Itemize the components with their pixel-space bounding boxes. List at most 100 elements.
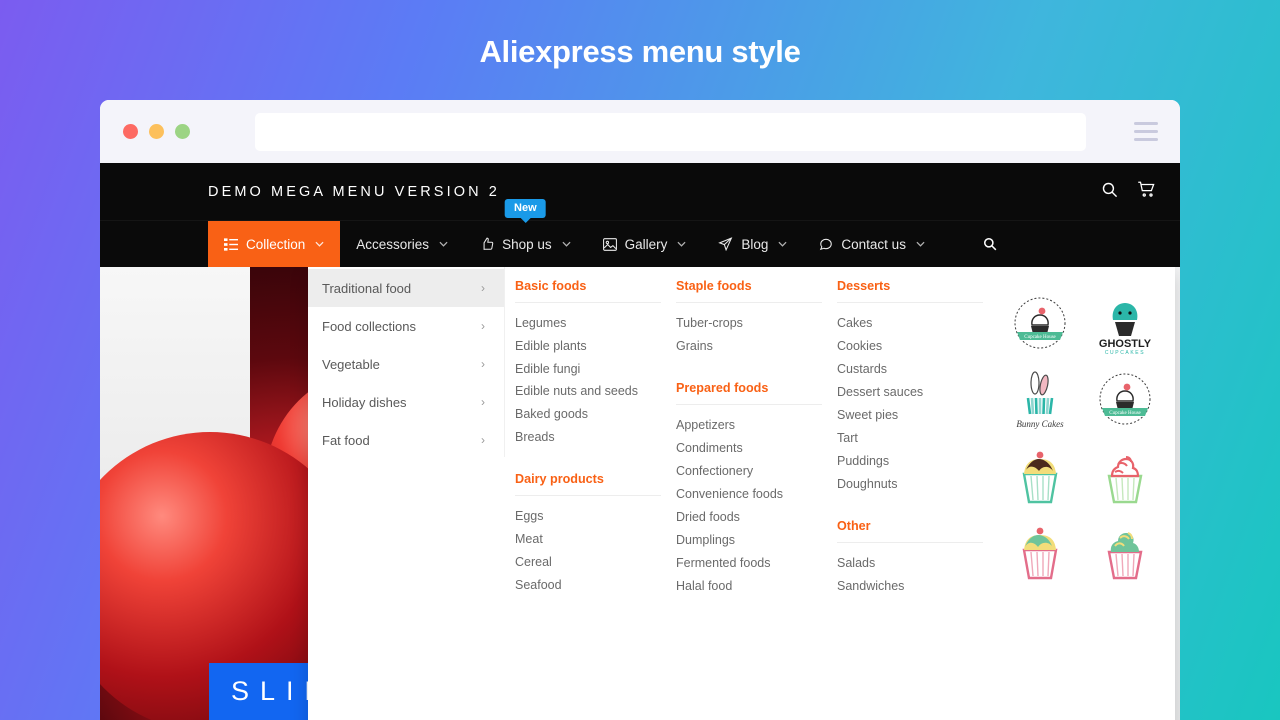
mega-column-basic-foods: Basic foods Legumes Edible plants Edible… [515, 279, 675, 720]
pink-cupcake-icon[interactable] [997, 515, 1082, 591]
mega-column-staple-foods: Staple foods Tuber-crops Grains Prepared… [676, 279, 836, 720]
cupcake-house-logo-2[interactable]: Cupcake House [1082, 363, 1167, 439]
menu-link[interactable]: Cereal [515, 551, 661, 574]
column-heading: Dairy products [515, 472, 661, 496]
site-brand[interactable]: DEMO MEGA MENU VERSION 2 [208, 184, 500, 200]
new-badge: New [505, 199, 546, 218]
cupcake-promo-grid: Cupcake House GHOSTLY CUPCAKES Bunny Cak… [997, 279, 1175, 720]
ghostly-cupcakes-logo[interactable]: GHOSTLY CUPCAKES [1082, 287, 1167, 363]
category-label: Vegetable [322, 356, 380, 372]
mega-menu-panel: Traditional food › Food collections › Ve… [308, 267, 1175, 720]
menu-link[interactable]: Dried foods [676, 506, 822, 529]
menu-link[interactable]: Meat [515, 528, 661, 551]
menu-link[interactable]: Baked goods [515, 403, 661, 426]
svg-text:CUPCAKES: CUPCAKES [1104, 350, 1144, 356]
menu-link[interactable]: Tuber-crops [676, 312, 822, 335]
category-item-fat-food[interactable]: Fat food › [308, 421, 504, 459]
mega-menu-category-list: Traditional food › Food collections › Ve… [308, 267, 505, 457]
green-swirl-cupcake-icon[interactable] [1082, 515, 1167, 591]
menu-link[interactable]: Seafood [515, 574, 661, 597]
menu-link[interactable]: Doughnuts [837, 473, 983, 496]
browser-chrome [100, 100, 1180, 163]
menu-link[interactable]: Sweet pies [837, 404, 983, 427]
menu-link[interactable]: Breads [515, 426, 661, 449]
nav-item-accessories[interactable]: Accessories [340, 221, 464, 267]
column-heading: Desserts [837, 279, 983, 303]
menu-link[interactable]: Grains [676, 335, 822, 358]
nav-label: Contact us [841, 236, 906, 252]
nav-label: Accessories [356, 236, 430, 252]
teal-cupcake-icon[interactable] [997, 439, 1082, 515]
svg-text:GHOSTLY: GHOSTLY [1098, 338, 1151, 350]
category-item-food-collections[interactable]: Food collections › [308, 307, 504, 345]
category-item-holiday-dishes[interactable]: Holiday dishes › [308, 383, 504, 421]
chevron-down-icon [677, 239, 686, 250]
nav-item-gallery[interactable]: Gallery [587, 221, 703, 267]
menu-link[interactable]: Custards [837, 358, 983, 381]
list-icon [224, 237, 238, 251]
minimize-dot[interactable] [149, 124, 164, 139]
menu-link[interactable]: Appetizers [676, 414, 822, 437]
menu-link[interactable]: Confectionery [676, 460, 822, 483]
nav-item-contact-us[interactable]: Contact us [803, 221, 941, 267]
url-input[interactable] [255, 112, 1086, 151]
chevron-right-icon: › [481, 395, 485, 409]
send-icon [718, 237, 733, 251]
nav-item-collection[interactable]: Collection [208, 221, 341, 267]
menu-link[interactable]: Dessert sauces [837, 381, 983, 404]
mega-menu-columns: Basic foods Legumes Edible plants Edible… [505, 267, 1175, 720]
close-dot[interactable] [123, 124, 138, 139]
cupcake-house-logo[interactable]: Cupcake House [997, 287, 1082, 363]
nav-search-icon[interactable] [967, 221, 1013, 267]
svg-text:Bunny Cakes: Bunny Cakes [1016, 419, 1064, 429]
svg-text:Cupcake House: Cupcake House [1109, 411, 1141, 416]
menu-link[interactable]: Condiments [676, 437, 822, 460]
thumbsup-icon [480, 237, 494, 251]
menu-link[interactable]: Fermented foods [676, 552, 822, 575]
chevron-right-icon: › [481, 357, 485, 371]
image-icon [602, 237, 617, 251]
page-body: SLIDE Traditional food › Food collection… [100, 267, 1180, 720]
nav-label: Collection [246, 236, 306, 252]
chevron-down-icon [439, 239, 448, 250]
bunny-cakes-logo[interactable]: Bunny Cakes [997, 363, 1082, 439]
window-controls [123, 124, 190, 139]
menu-link[interactable]: Halal food [676, 575, 822, 598]
menu-link[interactable]: Dumplings [676, 529, 822, 552]
menu-link[interactable]: Salads [837, 552, 983, 575]
menu-link[interactable]: Cakes [837, 312, 983, 335]
menu-link[interactable]: Tart [837, 427, 983, 450]
menu-link[interactable]: Edible fungi [515, 358, 661, 381]
category-label: Traditional food [322, 280, 412, 296]
chevron-down-icon [315, 239, 324, 250]
menu-link[interactable]: Sandwiches [837, 575, 983, 598]
search-icon[interactable] [1101, 181, 1118, 203]
menu-link[interactable]: Edible nuts and seeds [515, 380, 661, 403]
chevron-down-icon [916, 239, 925, 250]
menu-link[interactable]: Puddings [837, 450, 983, 473]
nav-label: Shop us [502, 236, 552, 252]
menu-link[interactable]: Cookies [837, 335, 983, 358]
mega-column-desserts: Desserts Cakes Cookies Custards Dessert … [837, 279, 997, 720]
menu-link[interactable]: Legumes [515, 312, 661, 335]
site-header: DEMO MEGA MENU VERSION 2 [100, 163, 1180, 220]
category-item-traditional-food[interactable]: Traditional food › [308, 269, 504, 307]
main-nav: Collection Accessories New Shop us Galle… [100, 199, 1180, 267]
page-title: Aliexpress menu style [479, 34, 801, 69]
chevron-right-icon: › [481, 433, 485, 447]
column-heading: Staple foods [676, 279, 822, 303]
category-item-vegetable[interactable]: Vegetable › [308, 345, 504, 383]
maximize-dot[interactable] [175, 124, 190, 139]
menu-link[interactable]: Convenience foods [676, 483, 822, 506]
svg-text:Cupcake House: Cupcake House [1024, 335, 1056, 340]
nav-item-blog[interactable]: Blog [702, 221, 803, 267]
cart-icon[interactable] [1137, 180, 1156, 203]
comment-icon [819, 237, 833, 251]
swirl-cupcake-icon[interactable] [1082, 439, 1167, 515]
column-heading: Other [837, 519, 983, 543]
nav-label: Gallery [624, 236, 668, 252]
menu-link[interactable]: Eggs [515, 505, 661, 528]
menu-link[interactable]: Edible plants [515, 335, 661, 358]
hamburger-icon[interactable] [1134, 122, 1158, 141]
nav-item-shop-us[interactable]: New Shop us [464, 199, 587, 267]
